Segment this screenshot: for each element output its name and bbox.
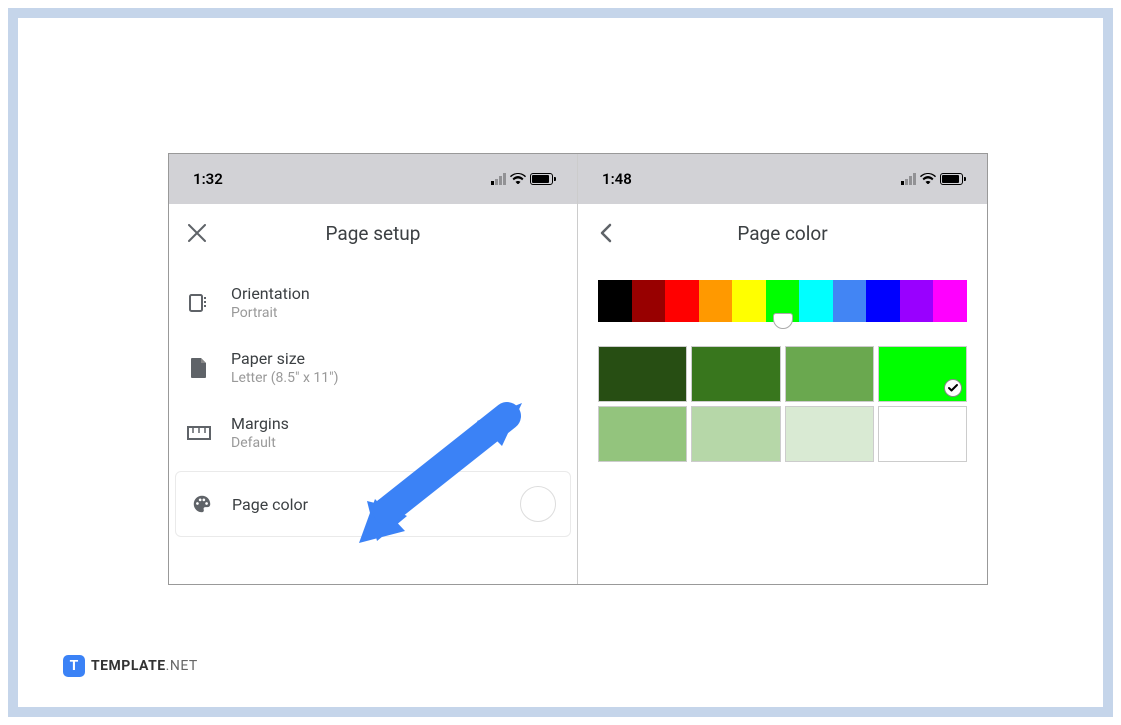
watermark-logo: T TEMPLATE.NET bbox=[63, 655, 198, 677]
orientation-item[interactable]: Orientation Portrait bbox=[169, 270, 577, 335]
header-title: Page setup bbox=[169, 222, 577, 245]
paper-size-value: Letter (8.5" x 11") bbox=[231, 370, 559, 386]
back-icon[interactable] bbox=[594, 221, 618, 245]
shade-swatch[interactable] bbox=[691, 346, 780, 402]
shade-swatch[interactable] bbox=[785, 406, 874, 462]
close-icon[interactable] bbox=[185, 221, 209, 245]
margins-icon bbox=[187, 426, 211, 440]
signal-icon bbox=[491, 173, 506, 185]
shade-swatch[interactable] bbox=[598, 406, 687, 462]
hue-swatch[interactable] bbox=[598, 280, 632, 322]
shade-swatch[interactable] bbox=[598, 346, 687, 402]
header-bar: Page color bbox=[578, 204, 987, 262]
page-setup-panel: 1:32 Page setup bbox=[169, 154, 578, 584]
paper-icon bbox=[187, 357, 211, 379]
screenshot-pair: 1:32 Page setup bbox=[168, 153, 988, 585]
margins-value: Default bbox=[231, 435, 559, 451]
page-color-item[interactable]: Page color bbox=[175, 471, 571, 537]
orientation-value: Portrait bbox=[231, 305, 559, 321]
status-icons bbox=[491, 173, 553, 185]
wifi-icon bbox=[510, 173, 526, 185]
paper-size-item[interactable]: Paper size Letter (8.5" x 11") bbox=[169, 335, 577, 400]
page-color-label: Page color bbox=[232, 495, 308, 514]
hue-swatch[interactable] bbox=[833, 280, 867, 322]
shade-grid bbox=[578, 326, 987, 462]
hue-swatch[interactable] bbox=[799, 280, 833, 322]
status-bar: 1:48 bbox=[578, 154, 987, 204]
orientation-icon bbox=[187, 292, 211, 314]
margins-title: Margins bbox=[231, 414, 559, 433]
status-bar: 1:32 bbox=[169, 154, 577, 204]
hue-strip[interactable] bbox=[598, 280, 967, 322]
orientation-title: Orientation bbox=[231, 284, 559, 303]
header-title: Page color bbox=[578, 222, 987, 245]
hue-swatch[interactable] bbox=[665, 280, 699, 322]
shade-row bbox=[598, 346, 967, 402]
wifi-icon bbox=[920, 173, 936, 185]
page-color-panel: 1:48 Page color bbox=[578, 154, 987, 584]
clock-time: 1:32 bbox=[193, 170, 223, 188]
paper-size-title: Paper size bbox=[231, 349, 559, 368]
clock-time: 1:48 bbox=[602, 170, 632, 188]
shade-row bbox=[598, 406, 967, 462]
shade-swatch[interactable] bbox=[878, 406, 967, 462]
hue-swatch[interactable] bbox=[900, 280, 934, 322]
color-picker bbox=[578, 262, 987, 584]
shade-swatch[interactable] bbox=[785, 346, 874, 402]
shade-swatch[interactable] bbox=[691, 406, 780, 462]
current-color-swatch bbox=[520, 486, 556, 522]
hue-swatch[interactable] bbox=[866, 280, 900, 322]
logo-text: TEMPLATE.NET bbox=[91, 658, 198, 674]
settings-list: Orientation Portrait Paper size Letter (… bbox=[169, 262, 577, 584]
logo-icon: T bbox=[63, 655, 85, 677]
hue-swatch[interactable] bbox=[732, 280, 766, 322]
shade-swatch[interactable] bbox=[878, 346, 967, 402]
hue-swatch[interactable] bbox=[632, 280, 666, 322]
hue-swatch[interactable] bbox=[933, 280, 967, 322]
header-bar: Page setup bbox=[169, 204, 577, 262]
signal-icon bbox=[901, 173, 916, 185]
hue-swatch[interactable] bbox=[699, 280, 733, 322]
hue-indicator[interactable] bbox=[773, 313, 793, 329]
palette-icon bbox=[190, 493, 214, 515]
battery-icon bbox=[940, 173, 963, 185]
status-icons bbox=[901, 173, 963, 185]
page-border: 1:32 Page setup bbox=[8, 8, 1113, 717]
battery-icon bbox=[530, 173, 553, 185]
check-icon bbox=[944, 379, 962, 397]
margins-item[interactable]: Margins Default bbox=[169, 400, 577, 465]
